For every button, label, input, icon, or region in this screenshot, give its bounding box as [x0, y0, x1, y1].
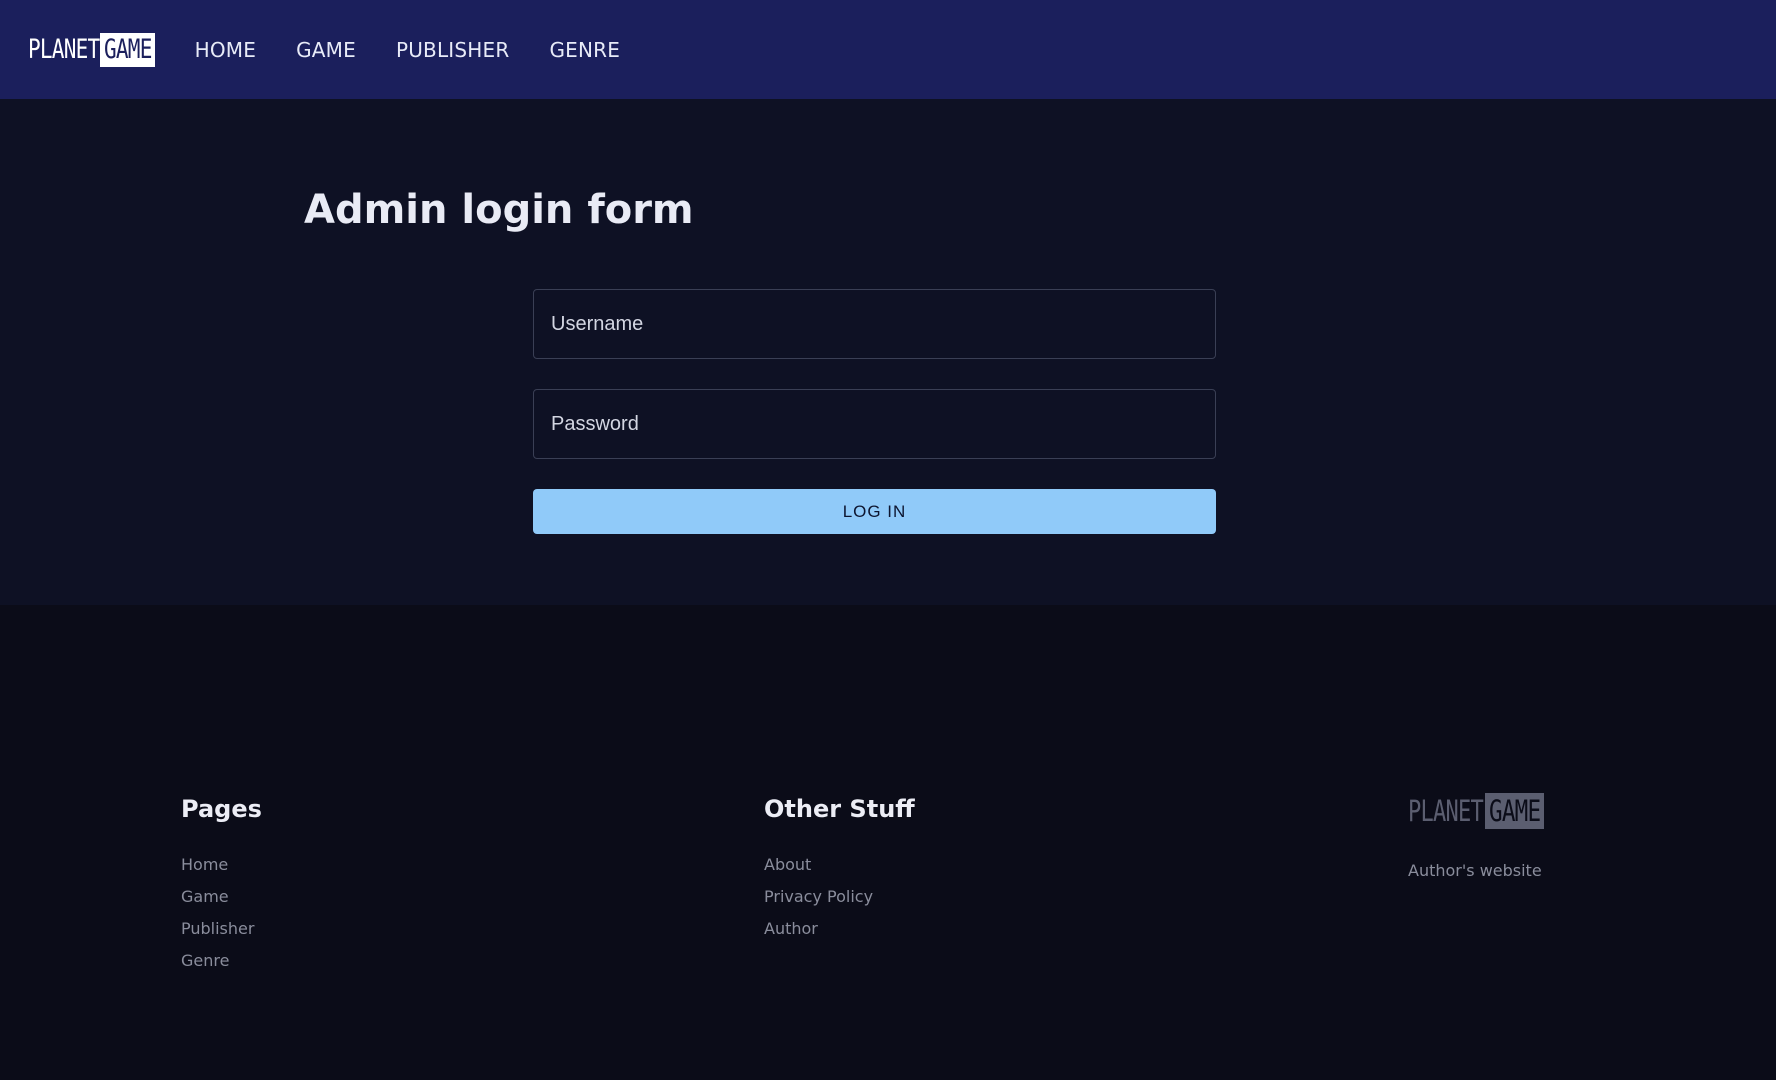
footer-game-link[interactable]: Game: [181, 881, 262, 913]
footer-other-column: Other Stuff About Privacy Policy Author: [764, 795, 915, 945]
login-section: Admin login form LOG IN: [0, 99, 1776, 605]
footer-publisher-link[interactable]: Publisher: [181, 913, 262, 945]
main-nav: HOME GAME PUBLISHER GENRE: [195, 38, 661, 62]
nav-genre-link[interactable]: GENRE: [549, 38, 620, 62]
planet-game-logo[interactable]: PLANET GAME: [28, 32, 155, 67]
footer-pages-heading: Pages: [181, 795, 262, 823]
footer-about-link[interactable]: About: [764, 849, 915, 881]
nav-game-link[interactable]: GAME: [296, 38, 356, 62]
footer-genre-link[interactable]: Genre: [181, 945, 262, 977]
login-button[interactable]: LOG IN: [533, 489, 1216, 534]
footer-author-website-link[interactable]: Author's website: [1408, 855, 1544, 887]
footer-privacy-link[interactable]: Privacy Policy: [764, 881, 915, 913]
footer-logo-text-game-label: GAME: [1488, 794, 1541, 828]
footer-pages-column: Pages Home Game Publisher Genre: [181, 795, 262, 977]
footer-other-heading: Other Stuff: [764, 795, 915, 823]
nav-publisher-link[interactable]: PUBLISHER: [396, 38, 510, 62]
password-input[interactable]: [533, 389, 1216, 459]
logo-text-game-label: GAME: [103, 33, 152, 65]
logo-text-game: GAME: [99, 32, 155, 67]
page: PLANET GAME HOME GAME PUBLISHER GENRE Ad…: [0, 0, 1776, 1080]
footer-logo-text-planet: PLANET: [1408, 794, 1484, 828]
site-footer: Pages Home Game Publisher Genre Other St…: [0, 605, 1776, 1080]
footer-home-link[interactable]: Home: [181, 849, 262, 881]
top-navbar: PLANET GAME HOME GAME PUBLISHER GENRE: [0, 0, 1776, 99]
footer-logo-text-game: GAME: [1484, 793, 1544, 829]
footer-author-link[interactable]: Author: [764, 913, 915, 945]
username-input[interactable]: [533, 289, 1216, 359]
footer-brand-column: PLANET GAME Author's website: [1408, 793, 1544, 887]
logo-text-planet: PLANET: [28, 33, 100, 65]
nav-home-link[interactable]: HOME: [195, 38, 256, 62]
page-title: Admin login form: [304, 187, 694, 233]
footer-logo[interactable]: PLANET GAME: [1408, 793, 1544, 829]
